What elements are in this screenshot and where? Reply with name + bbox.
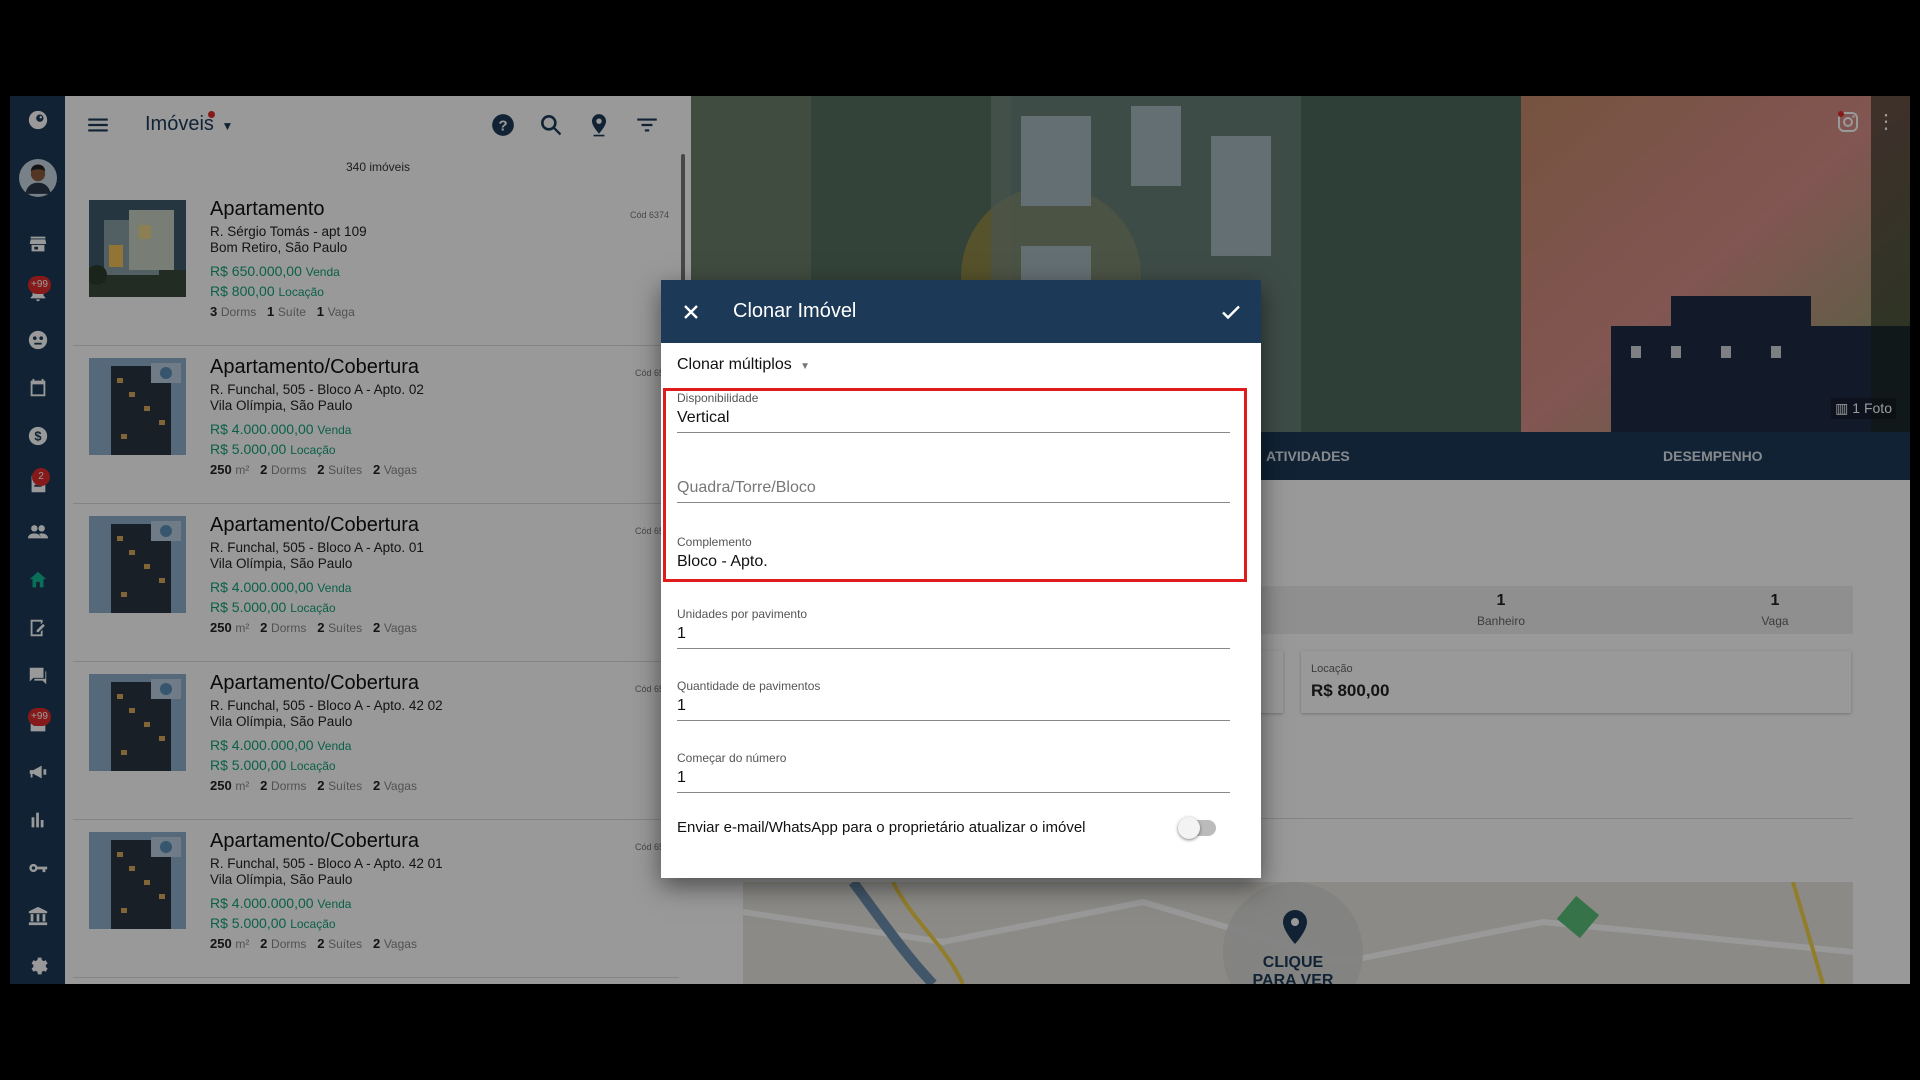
disponibilidade-label: Disponibilidade: [677, 391, 759, 405]
comecar-label: Começar do número: [677, 751, 787, 765]
complemento-input[interactable]: [677, 549, 1230, 576]
app-window: +99 $ 2 +99 Imóveis ▼ ? 340 imóveis Apar…: [10, 96, 1910, 984]
quadra-field: [677, 461, 1230, 503]
complemento-field: Complemento: [677, 535, 1230, 576]
unidades-field: Unidades por pavimento: [677, 607, 1230, 649]
notify-owner-toggle[interactable]: [1178, 817, 1216, 839]
pavimentos-field: Quantidade de pavimentos: [677, 679, 1230, 721]
toggle-knob: [1178, 817, 1200, 839]
comecar-input[interactable]: [677, 765, 1230, 793]
comecar-field: Começar do número: [677, 751, 1230, 793]
clone-mode-dropdown[interactable]: Clonar múltiplos ▼: [677, 356, 810, 374]
clone-property-dialog: Clonar Imóvel Clonar múltiplos ▼ Disponi…: [661, 280, 1261, 878]
complemento-label: Complemento: [677, 535, 752, 549]
notify-owner-label: Enviar e-mail/WhatsApp para o proprietár…: [677, 819, 1086, 836]
confirm-check-icon[interactable]: [1219, 300, 1243, 324]
pavimentos-label: Quantidade de pavimentos: [677, 679, 821, 693]
quadra-torre-bloco-input[interactable]: [677, 475, 1230, 503]
dialog-header: Clonar Imóvel: [661, 280, 1261, 343]
close-icon[interactable]: [679, 300, 703, 324]
disponibilidade-input[interactable]: [677, 405, 1230, 433]
unidades-label: Unidades por pavimento: [677, 607, 808, 621]
chevron-down-icon: ▼: [800, 361, 811, 372]
disponibilidade-field: Disponibilidade: [677, 391, 1230, 433]
unidades-input[interactable]: [677, 621, 1230, 649]
dialog-title: Clonar Imóvel: [733, 300, 857, 322]
clone-mode-label: Clonar múltiplos: [677, 356, 792, 373]
pavimentos-input[interactable]: [677, 693, 1230, 721]
